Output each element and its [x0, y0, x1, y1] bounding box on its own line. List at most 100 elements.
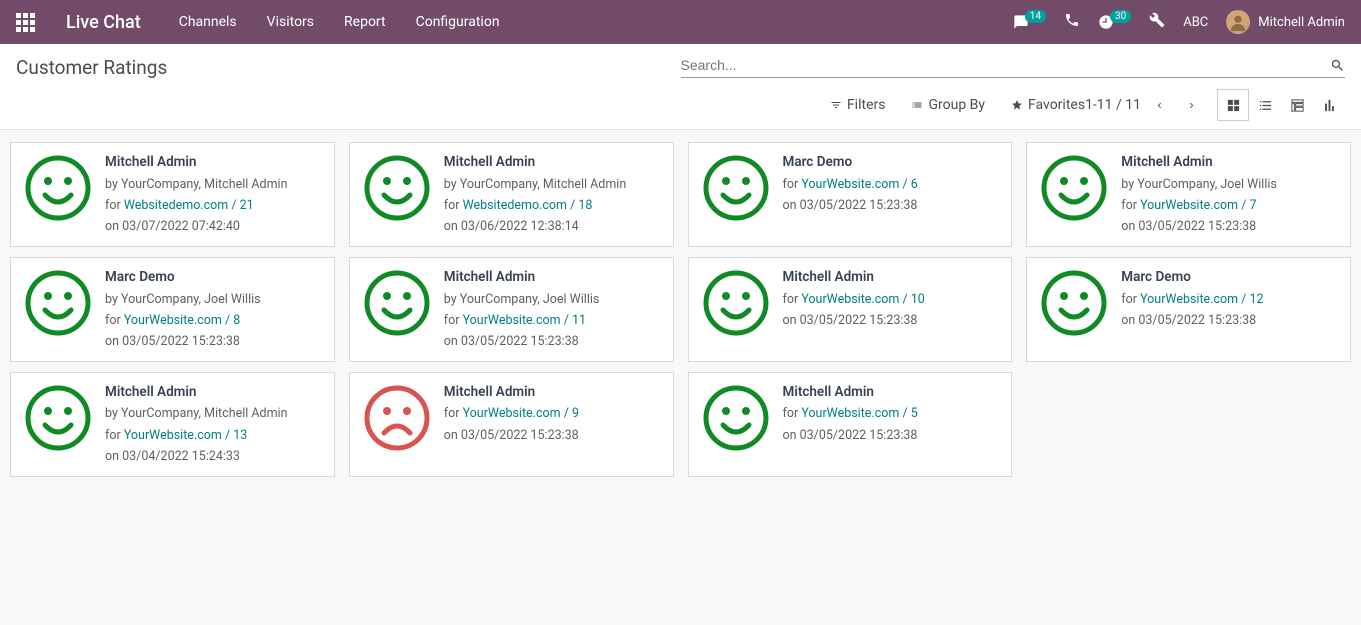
card-title: Mitchell Admin — [783, 268, 925, 288]
card-for-link[interactable]: YourWebsite.com / 9 — [463, 406, 579, 421]
card-body: Mitchell Adminby YourCompany, Mitchell A… — [105, 383, 288, 466]
smiley-happy-icon — [701, 153, 771, 223]
card-for: for Websitedemo.com / 18 — [444, 197, 627, 215]
pager-prev[interactable] — [1145, 91, 1173, 119]
pivot-icon — [1290, 98, 1305, 113]
card-for-prefix: for — [444, 406, 463, 421]
rating-card[interactable]: Mitchell Admin for YourWebsite.com / 9 on … — [349, 372, 674, 477]
card-title: Mitchell Admin — [444, 383, 579, 403]
card-for: for YourWebsite.com / 10 — [783, 291, 925, 309]
activities-tray[interactable]: 30 — [1098, 14, 1131, 30]
user-menu[interactable]: Mitchell Admin — [1226, 10, 1345, 34]
view-pivot[interactable] — [1281, 89, 1313, 121]
card-title: Marc Demo — [1121, 268, 1263, 288]
card-for-prefix: for — [783, 177, 802, 192]
list-view-icon — [1258, 98, 1273, 113]
card-for: for YourWebsite.com / 8 — [105, 312, 261, 330]
chevron-right-icon — [1186, 100, 1197, 111]
debug-tray[interactable] — [1149, 12, 1165, 32]
nav-configuration[interactable]: Configuration — [416, 14, 500, 30]
rating-card[interactable]: Mitchell Adminfor YourWebsite.com / 5on … — [688, 372, 1013, 477]
activities-badge: 30 — [1110, 10, 1131, 23]
card-on: on 03/04/2022 15:24:33 — [105, 448, 288, 466]
pager: 1-11 / 11 — [1085, 91, 1205, 119]
kanban-view: Mitchell Admin by YourCompany, Mitchell A… — [0, 130, 1361, 489]
filters-button[interactable]: Filters — [830, 97, 886, 113]
nav-report[interactable]: Report — [344, 14, 386, 30]
card-for-prefix: for — [783, 406, 802, 421]
groupby-button[interactable]: Group By — [911, 97, 985, 113]
main-navbar: Live Chat Channels Visitors Report Confi… — [0, 0, 1361, 44]
card-for-link[interactable]: YourWebsite.com / 7 — [1140, 198, 1256, 213]
card-for-prefix: for — [105, 313, 124, 328]
view-graph[interactable] — [1313, 89, 1345, 121]
rating-card[interactable]: Marc Demoby YourCompany, Joel Willisfor … — [10, 257, 335, 362]
app-brand[interactable]: Live Chat — [66, 12, 141, 33]
rating-card[interactable]: Mitchell Adminby YourCompany, Joel Willi… — [349, 257, 674, 362]
card-for: for YourWebsite.com / 5 — [783, 405, 918, 423]
card-for-link[interactable]: YourWebsite.com / 8 — [124, 313, 240, 328]
rating-card[interactable]: Mitchell Admin by YourCompany, Joel Willi… — [1026, 142, 1351, 247]
card-for-prefix: for — [1121, 198, 1140, 213]
view-list[interactable] — [1249, 89, 1281, 121]
card-on: on 03/05/2022 15:23:38 — [1121, 312, 1263, 330]
card-for-link[interactable]: Websitedemo.com / 18 — [463, 198, 593, 213]
card-body: Mitchell Adminby YourCompany, Joel Willi… — [444, 268, 600, 351]
messages-tray[interactable]: 14 — [1013, 14, 1046, 30]
card-title: Mitchell Admin — [1121, 153, 1277, 173]
card-on: on 03/05/2022 15:23:38 — [783, 312, 925, 330]
phone-tray[interactable] — [1064, 12, 1080, 32]
favorites-button[interactable]: Favorites — [1011, 97, 1085, 113]
card-for: for YourWebsite.com / 13 — [105, 427, 288, 445]
smiley-happy-icon — [23, 383, 93, 453]
rating-card[interactable]: Mitchell Adminby YourCompany, Mitchell A… — [10, 142, 335, 247]
cp-row-2: Filters Group By Favorites 1-11 / 11 — [16, 89, 1345, 129]
card-for-link[interactable]: YourWebsite.com / 13 — [124, 428, 247, 443]
card-for-prefix: for — [105, 428, 124, 443]
company-switcher[interactable]: ABC — [1183, 15, 1208, 30]
groupby-label: Group By — [928, 97, 985, 113]
card-on: on 03/06/2022 12:38:14 — [444, 218, 627, 236]
pager-next[interactable] — [1177, 91, 1205, 119]
messages-badge: 14 — [1025, 10, 1046, 23]
favorites-label: Favorites — [1028, 97, 1085, 113]
card-for-link[interactable]: YourWebsite.com / 10 — [801, 292, 924, 307]
card-for: for YourWebsite.com / 9 — [444, 405, 579, 423]
card-for-link[interactable]: Websitedemo.com / 21 — [124, 198, 254, 213]
search-options: Filters Group By Favorites — [830, 97, 1085, 113]
card-on: on 03/05/2022 15:23:38 — [444, 427, 579, 445]
card-title: Mitchell Admin — [444, 268, 600, 288]
control-panel: Customer Ratings Filters Group By Favori… — [0, 44, 1361, 130]
smiley-sad-icon — [362, 383, 432, 453]
rating-card[interactable]: Marc Demofor YourWebsite.com / 12on 03/0… — [1026, 257, 1351, 362]
card-by: by YourCompany, Joel Willis — [1121, 176, 1277, 194]
pager-value[interactable]: 1-11 / 11 — [1085, 97, 1141, 113]
card-on: on 03/05/2022 15:23:38 — [783, 427, 918, 445]
card-by: by YourCompany, Mitchell Admin — [105, 176, 288, 194]
card-for-link[interactable]: YourWebsite.com / 11 — [463, 313, 586, 328]
wrench-icon — [1149, 12, 1165, 28]
view-kanban[interactable] — [1217, 89, 1249, 121]
nav-channels[interactable]: Channels — [179, 14, 237, 30]
card-for-link[interactable]: YourWebsite.com / 12 — [1140, 292, 1263, 307]
rating-card[interactable]: Mitchell Adminby YourCompany, Mitchell A… — [349, 142, 674, 247]
rating-card[interactable]: Marc Demofor YourWebsite.com / 6on 03/05… — [688, 142, 1013, 247]
chevron-left-icon — [1154, 100, 1165, 111]
card-for: for YourWebsite.com / 7 — [1121, 197, 1277, 215]
nav-visitors[interactable]: Visitors — [267, 14, 314, 30]
smiley-happy-icon — [701, 268, 771, 338]
view-switcher — [1217, 89, 1345, 121]
filters-label: Filters — [847, 97, 886, 113]
search-input[interactable] — [681, 57, 1331, 73]
rating-card[interactable]: Mitchell Admin for YourWebsite.com / 10 on… — [688, 257, 1013, 362]
apps-icon[interactable] — [16, 13, 38, 32]
rating-card[interactable]: Mitchell Adminby YourCompany, Mitchell A… — [10, 372, 335, 477]
card-for-link[interactable]: YourWebsite.com / 6 — [801, 177, 917, 192]
graph-icon — [1322, 98, 1337, 113]
card-body: Mitchell Admin for YourWebsite.com / 9 on … — [444, 383, 579, 466]
search-icon[interactable] — [1330, 58, 1345, 73]
card-for: for YourWebsite.com / 11 — [444, 312, 600, 330]
search-wrap — [681, 57, 1346, 78]
card-title: Marc Demo — [783, 153, 918, 173]
card-for-link[interactable]: YourWebsite.com / 5 — [801, 406, 917, 421]
